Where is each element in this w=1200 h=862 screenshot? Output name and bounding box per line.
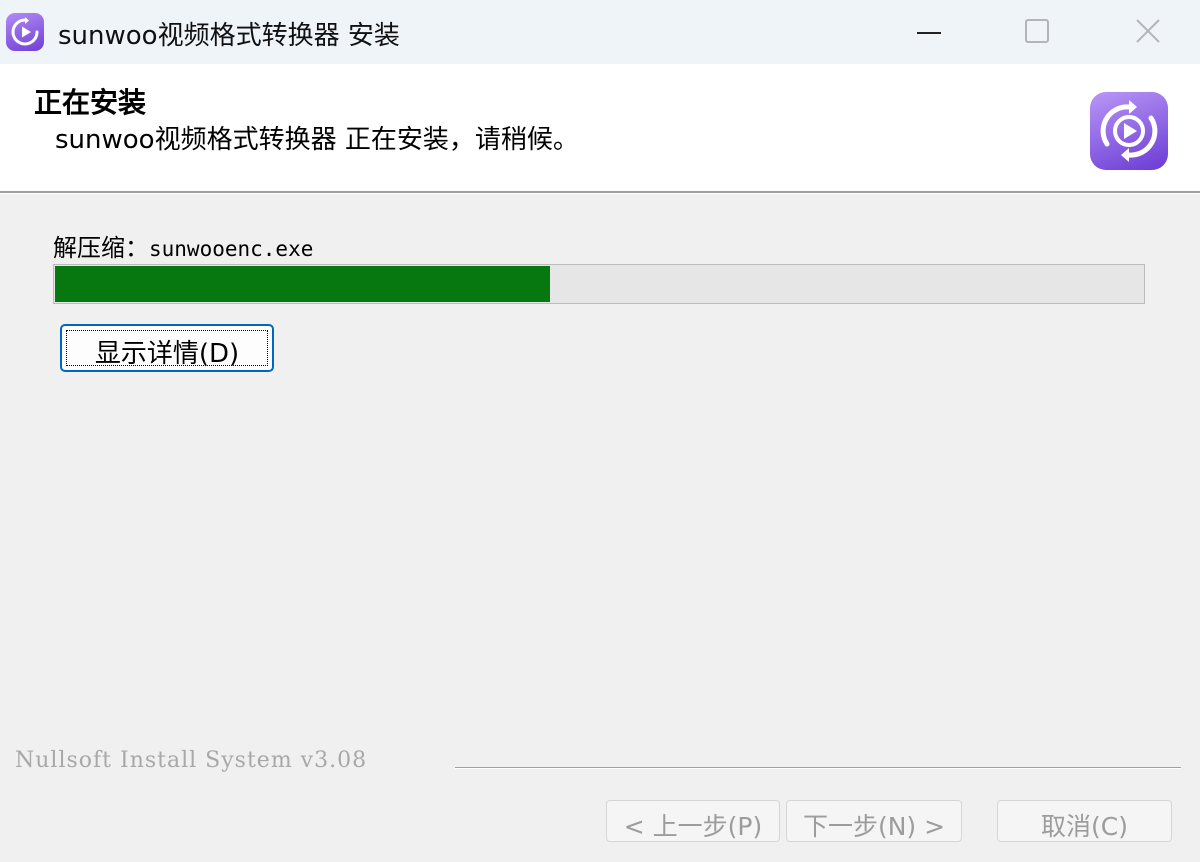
branding-text: Nullsoft Install System v3.08 <box>15 748 368 773</box>
back-label: < 上一步(P) <box>623 812 763 841</box>
install-status: 解压缩：sunwooenc.exe <box>53 228 313 263</box>
play-refresh-icon <box>1090 92 1168 170</box>
minimize-button[interactable] <box>873 0 983 64</box>
minimize-icon <box>917 32 941 34</box>
maximize-icon <box>1025 19 1049 43</box>
status-label: 解压缩： <box>53 234 149 262</box>
close-icon <box>1136 19 1160 43</box>
cancel-button[interactable]: 取消(C) <box>997 800 1172 842</box>
cancel-label: 取消(C) <box>1041 812 1128 841</box>
show-details-button[interactable]: 显示详情(D) <box>60 324 274 372</box>
install-progress-bar <box>53 264 1145 304</box>
page-title: 正在安装 <box>34 86 147 119</box>
progress-fill <box>55 266 550 302</box>
installer-window: sunwoo视频格式转换器 安装 正在安装 sunwoo视频格式转换器 正在安装… <box>0 0 1200 862</box>
play-refresh-icon <box>6 13 44 51</box>
status-file: sunwooenc.exe <box>149 237 314 261</box>
page-subtitle: sunwoo视频格式转换器 正在安装，请稍候。 <box>55 125 579 155</box>
show-details-label: 显示详情(D) <box>94 339 240 369</box>
close-button[interactable] <box>1093 0 1200 64</box>
window-title: sunwoo视频格式转换器 安装 <box>58 21 400 51</box>
next-label: 下一步(N) > <box>802 812 946 841</box>
page-header: 正在安装 sunwoo视频格式转换器 正在安装，请稍候。 <box>0 64 1200 192</box>
back-button[interactable]: < 上一步(P) <box>606 800 780 842</box>
next-button[interactable]: 下一步(N) > <box>786 800 962 842</box>
maximize-button[interactable] <box>983 0 1093 64</box>
title-bar[interactable]: sunwoo视频格式转换器 安装 <box>0 0 1200 64</box>
